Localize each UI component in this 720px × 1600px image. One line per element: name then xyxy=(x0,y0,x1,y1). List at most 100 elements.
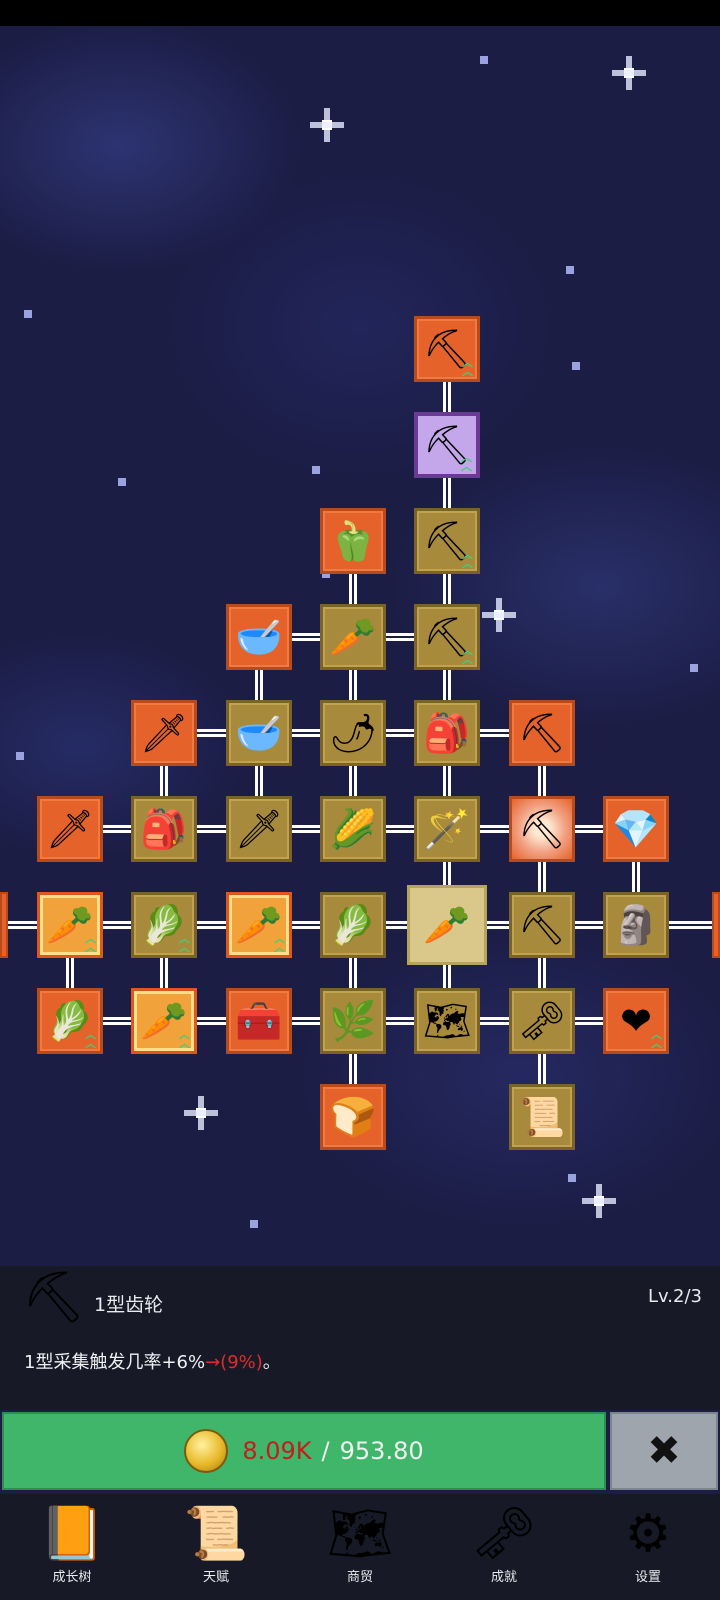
upgrade-arrow-icon: ︿ ︿ xyxy=(462,644,473,667)
skill-node-pickaxe[interactable]: ⛏ xyxy=(509,796,575,862)
skill-node-bell-pepper[interactable]: 🫑 xyxy=(320,508,386,574)
node-connector xyxy=(386,825,414,833)
gear-icon: ⚙ xyxy=(624,1504,672,1564)
skill-node-bowl[interactable]: 🥣 xyxy=(226,700,292,766)
skill-node-shovel[interactable]: ⛏ ︿ ︿ xyxy=(414,508,480,574)
skill-node-carrot[interactable]: 🥕 ︿ ︿ xyxy=(131,988,197,1054)
scroll-icon: 📜 xyxy=(518,1095,566,1139)
skill-description-current: 1型采集触发几率+6% xyxy=(24,1352,206,1373)
node-connector xyxy=(480,729,509,737)
upgrade-arrow-icon: ︿ ︿ xyxy=(462,548,473,571)
pickaxe-icon: ⛏ xyxy=(517,807,567,851)
node-connector xyxy=(255,670,263,700)
upgrade-arrow-icon: ︿ ︿ xyxy=(85,1028,96,1051)
nav-gear[interactable]: ⚙ 设置 xyxy=(576,1494,720,1600)
skill-node-statue[interactable]: 🗿 xyxy=(603,892,669,958)
nav-scroll[interactable]: 📜 天赋 xyxy=(144,1494,288,1600)
skill-node-shovel[interactable]: ⛏ ︿ ︿ xyxy=(414,604,480,670)
upgrade-arrow-icon: ︿ ︿ xyxy=(179,1028,190,1051)
leek-icon: 🌿 xyxy=(329,999,377,1043)
node-connector xyxy=(443,670,451,700)
pickaxe-icon: ⛏ xyxy=(517,903,567,947)
sparkle-star xyxy=(582,1184,616,1218)
cabbage-icon: 🥬 xyxy=(329,903,377,947)
node-connector xyxy=(292,921,320,929)
skill-node-heart[interactable]: ❤ ︿ ︿ xyxy=(603,988,669,1054)
skill-node-backpack[interactable]: 🎒 xyxy=(414,700,480,766)
coin-balance: 953.80 xyxy=(339,1437,424,1465)
skill-node-map[interactable]: 🗺 xyxy=(414,988,480,1054)
nav-label: 成就 xyxy=(490,1570,517,1585)
node-connector xyxy=(197,921,226,929)
skill-node-radish[interactable]: 🥕 xyxy=(320,604,386,670)
skill-node-key[interactable]: 🗝 xyxy=(509,988,575,1054)
skill-node-sword[interactable]: 🗡 xyxy=(37,796,103,862)
chili-pepper-icon: 🌶 xyxy=(328,711,378,755)
skill-node-carrot[interactable]: 🥕 xyxy=(407,885,487,965)
stick-icon: 🪄 xyxy=(423,807,471,851)
skill-tree-canvas[interactable]: ⛏ ︿ ︿ ⛏ ︿ ︿ 🫑 ⛏ ︿ ︿ 🥣 🥕 ⛏ ︿ ︿ 🗡 🥣 🌶 🎒 ⛏ 🗡 🎒 🗡 🌽 🪄 ⛏ 💎 🥕 ︿ ︿ 🥬 ︿ ︿ 🥕 ︿ ︿ 🥬 🥕 ⛏ 🗿… xyxy=(0,26,720,1266)
skill-node-backpack[interactable]: 🎒 xyxy=(131,796,197,862)
skill-node-shovel[interactable]: ⛏ ︿ ︿ xyxy=(414,412,480,478)
upgrade-arrow-icon: ︿ ︿ xyxy=(85,932,96,955)
bowl-icon: 🥣 xyxy=(235,615,283,659)
skill-node-bowl[interactable]: 🥣 xyxy=(226,604,292,670)
node-connector xyxy=(197,729,226,737)
nav-map[interactable]: 🗺 商贸 xyxy=(288,1494,432,1600)
skill-node-shovel[interactable]: ⛏ ︿ ︿ xyxy=(414,316,480,382)
upgrade-arrow-icon: ︿ ︿ xyxy=(179,932,190,955)
upgrade-arrow-icon: ︿ ︿ xyxy=(462,356,473,379)
carrot-icon: 🥕 xyxy=(423,903,471,947)
node-connector xyxy=(197,825,226,833)
upgrade-button[interactable]: 8.09K / 953.80 xyxy=(2,1412,606,1490)
skill-node-leek[interactable]: 🌿 xyxy=(320,988,386,1054)
skill-node-scroll[interactable]: 📜 xyxy=(509,1084,575,1150)
offscreen-node-right[interactable] xyxy=(712,892,720,958)
radish-icon: 🥕 xyxy=(329,615,377,659)
upgrade-cost: 8.09K xyxy=(242,1437,312,1465)
star xyxy=(690,664,698,672)
skill-node-crystal[interactable]: 💎 xyxy=(603,796,669,862)
node-connector xyxy=(8,921,37,929)
node-connector xyxy=(443,574,451,604)
nav-label: 成长树 xyxy=(52,1570,92,1585)
skill-node-chili-pepper[interactable]: 🌶 xyxy=(320,700,386,766)
skill-node-stick[interactable]: 🪄 xyxy=(414,796,480,862)
node-connector xyxy=(386,1017,414,1025)
skill-node-bread[interactable]: 🍞 xyxy=(320,1084,386,1150)
offscreen-node-left[interactable] xyxy=(0,892,8,958)
skill-node-carrot[interactable]: 🥕 ︿ ︿ xyxy=(226,892,292,958)
skill-node-cabbage[interactable]: 🥬 xyxy=(320,892,386,958)
close-button[interactable]: ✖ xyxy=(610,1412,718,1490)
skill-node-cabbage[interactable]: 🥬 ︿ ︿ xyxy=(37,988,103,1054)
skill-node-sword[interactable]: 🗡 xyxy=(131,700,197,766)
coin-icon xyxy=(184,1429,229,1473)
backpack-icon: 🎒 xyxy=(423,711,471,755)
nav-key[interactable]: 🗝 成就 xyxy=(432,1494,576,1600)
node-connector xyxy=(292,1017,320,1025)
bread-icon: 🍞 xyxy=(329,1095,377,1139)
node-connector xyxy=(292,633,320,641)
skill-node-treasure-chest[interactable]: 🧰 xyxy=(226,988,292,1054)
node-connector xyxy=(575,1017,603,1025)
skill-node-pickaxe[interactable]: ⛏ xyxy=(509,700,575,766)
status-bar xyxy=(0,0,720,26)
bowl-icon: 🥣 xyxy=(235,711,283,755)
node-connector xyxy=(349,670,357,700)
skill-node-corn[interactable]: 🌽 xyxy=(320,796,386,862)
pickaxe-icon: ⛏ xyxy=(22,1268,86,1326)
sparkle-star xyxy=(184,1096,218,1130)
node-connector xyxy=(480,825,509,833)
skill-node-cabbage[interactable]: 🥬 ︿ ︿ xyxy=(131,892,197,958)
skill-node-carrot[interactable]: 🥕 ︿ ︿ xyxy=(37,892,103,958)
sword-icon: 🗡 xyxy=(139,711,189,755)
book-icon: 📙 xyxy=(39,1504,105,1564)
skill-node-pickaxe[interactable]: ⛏ xyxy=(509,892,575,958)
skill-description-end: 。 xyxy=(262,1352,281,1373)
nav-book[interactable]: 📙 成长树 xyxy=(0,1494,144,1600)
sword-icon: 🗡 xyxy=(45,807,95,851)
node-connector xyxy=(538,1054,546,1084)
star xyxy=(312,466,320,474)
skill-node-sword[interactable]: 🗡 xyxy=(226,796,292,862)
node-connector xyxy=(255,766,263,796)
